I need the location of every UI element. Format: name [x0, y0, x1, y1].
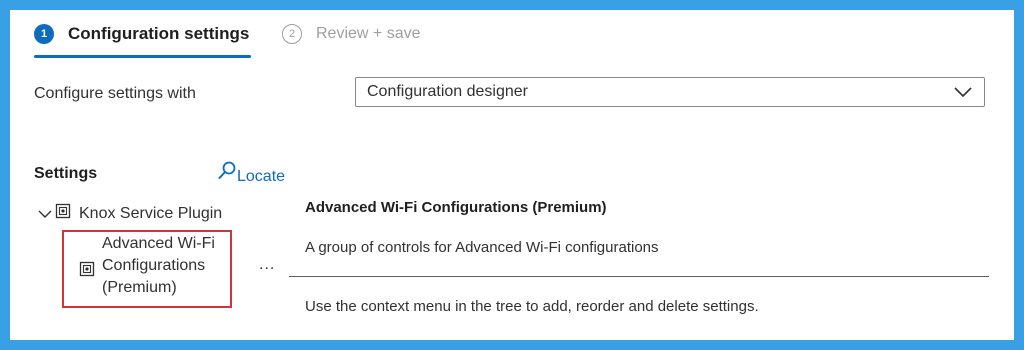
- step-review-save[interactable]: 2 Review + save: [282, 24, 421, 44]
- active-step-underline: [34, 55, 251, 58]
- configure-settings-dropdown[interactable]: Configuration designer: [355, 77, 985, 107]
- tree-item-knox-service-plugin[interactable]: Knox Service Plugin: [38, 203, 222, 224]
- tree-item-label-line: (Premium): [102, 279, 177, 296]
- tree-item-label-line: Configurations: [102, 257, 206, 274]
- more-options-button[interactable]: ...: [259, 256, 275, 274]
- detail-description: A group of controls for Advanced Wi-Fi c…: [305, 239, 659, 256]
- package-icon: [79, 261, 95, 282]
- step-label: Review + save: [316, 25, 421, 42]
- search-icon: [218, 161, 236, 186]
- step-number-badge: 1: [34, 24, 54, 44]
- tree-item-advanced-wifi-configurations[interactable]: Advanced Wi-Fi Configurations (Premium): [62, 230, 232, 308]
- detail-hint: Use the context menu in the tree to add,…: [305, 298, 759, 315]
- detail-title: Advanced Wi-Fi Configurations (Premium): [305, 199, 607, 216]
- step-number-badge: 2: [282, 24, 302, 44]
- tree-item-label-line: Advanced Wi-Fi: [102, 235, 215, 252]
- tree-item-label: Knox Service Plugin: [79, 204, 223, 222]
- settings-heading: Settings: [34, 165, 98, 182]
- configure-settings-label: Configure settings with: [34, 85, 196, 102]
- chevron-down-icon: [954, 85, 972, 103]
- panel: 1 Configuration settings 2 Review + save…: [10, 10, 1014, 340]
- locate-label: Locate: [237, 168, 286, 185]
- tree-item-label: Advanced Wi-Fi Configurations (Premium): [102, 233, 232, 299]
- chevron-down-icon[interactable]: [38, 207, 52, 221]
- step-label: Configuration settings: [68, 24, 250, 43]
- locate-button[interactable]: Locate: [218, 160, 285, 186]
- divider: [289, 276, 989, 277]
- dropdown-value: Configuration designer: [367, 83, 528, 100]
- package-icon: [55, 203, 71, 224]
- step-configuration-settings[interactable]: 1 Configuration settings: [34, 24, 249, 44]
